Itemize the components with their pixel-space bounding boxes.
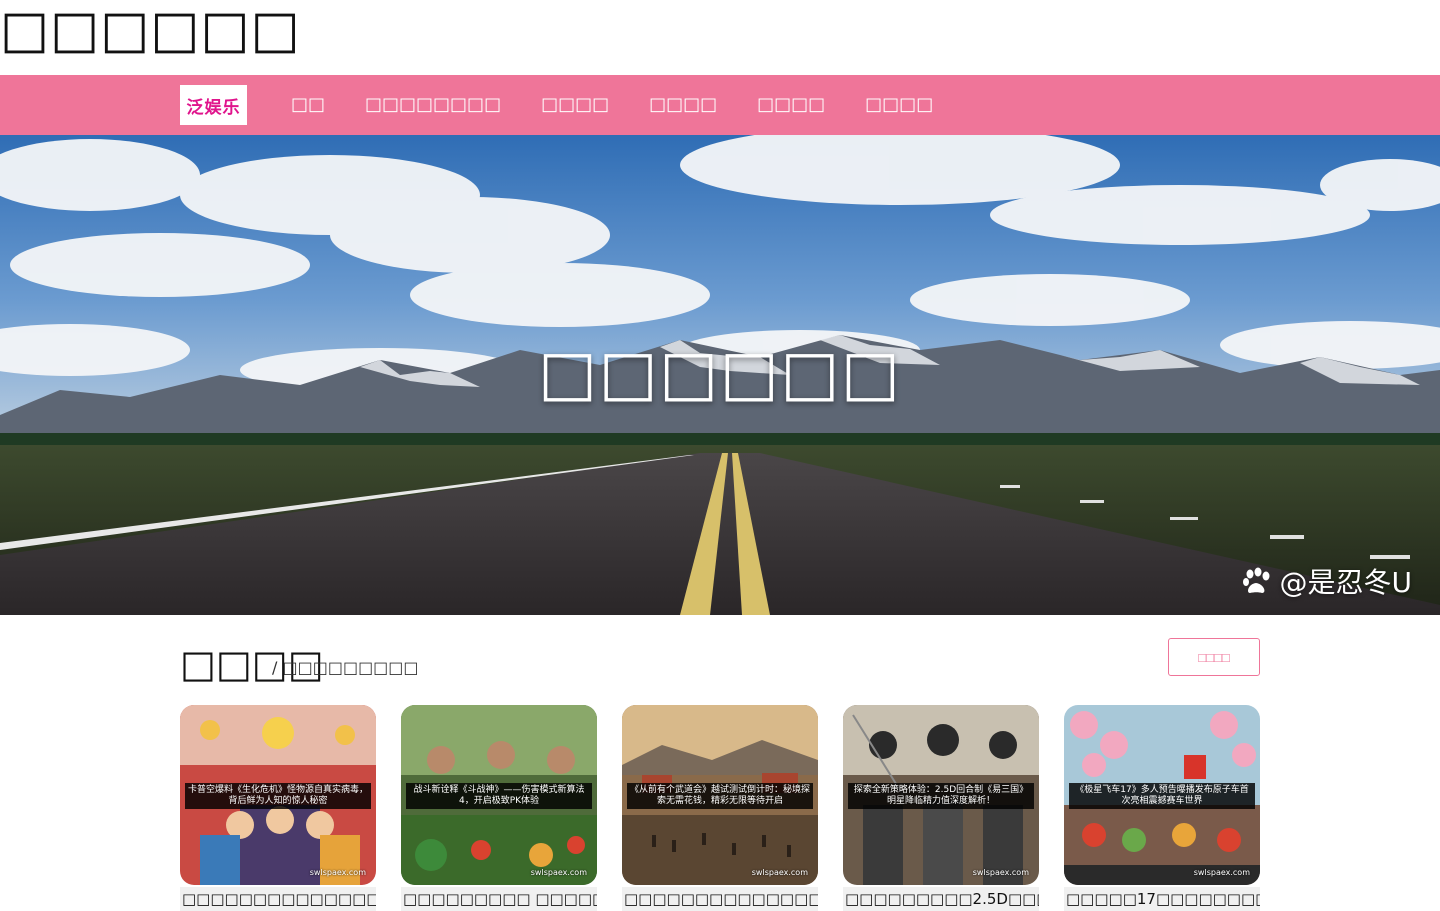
card-thumbnail[interactable]: 《从前有个武道会》越试测试倒计时：秘境探索无需花钱，精彩无限等待开启 swlsp… [622,705,818,885]
article-card[interactable]: 卡普空爆料《生化危机》怪物源自真实病毒，背后鲜为人知的惊人秘密 swlspaex… [180,705,376,911]
card-watermark: swlspaex.com [972,868,1029,877]
hero-watermark: @是忍冬U [1242,561,1413,601]
site-title: □□□□□□ [0,0,301,60]
nav-link-3[interactable]: □□□□ [521,75,629,135]
article-card[interactable]: 探索全新策略体验：2.5D回合制《易三国》明星降临精力值深度解析！ swlspa… [843,705,1039,911]
card-title[interactable]: □□□□□17□□□□□□□□□□□□ [1064,887,1260,911]
nav-link-5[interactable]: □□□□ [737,75,845,135]
card-watermark: swlspaex.com [309,868,366,877]
article-card[interactable]: 战斗新诠释《斗战神》——伤害模式新算法4，开启极致PK体验 swlspaex.c… [401,705,597,911]
card-thumbnail[interactable]: 《极星飞车17》多人预告曝播发布原子车首次亮相震撼赛车世界 swlspaex.c… [1064,705,1260,885]
card-thumbnail[interactable]: 探索全新策略体验：2.5D回合制《易三国》明星降临精力值深度解析！ swlspa… [843,705,1039,885]
card-caption: 卡普空爆料《生化危机》怪物源自真实病毒，背后鲜为人知的惊人秘密 [185,783,371,809]
card-title[interactable]: □□□□□□□□□□□□□□□□□□□□ [622,887,818,911]
card-thumbnail[interactable]: 战斗新诠释《斗战神》——伤害模式新算法4，开启极致PK体验 swlspaex.c… [401,705,597,885]
nav-link-home[interactable]: □□ [271,75,345,135]
article-cards: 卡普空爆料《生化危机》怪物源自真实病毒，背后鲜为人知的惊人秘密 swlspaex… [180,705,1260,911]
paw-icon [1242,567,1269,593]
nav-link-6[interactable]: □□□□ [845,75,953,135]
card-title[interactable]: □□□□□□□□□2.5D□□□□□ [843,887,1039,911]
card-caption: 探索全新策略体验：2.5D回合制《易三国》明星降临精力值深度解析！ [848,783,1034,809]
article-card[interactable]: 《从前有个武道会》越试测试倒计时：秘境探索无需花钱，精彩无限等待开启 swlsp… [622,705,818,911]
main-nav: 泛娱乐 □□ □□□□□□□□ □□□□ □□□□ □□□□ □□□□ [0,75,1440,135]
view-more-button[interactable]: □□□□ [1168,638,1260,676]
section-subtitle: / □□□□□□□□□ [272,658,419,677]
card-caption: 《极星飞车17》多人预告曝播发布原子车首次亮相震撼赛车世界 [1069,783,1255,809]
card-title[interactable]: □□□□□□□□□□□□□□□□□□□□ [180,887,376,911]
card-watermark: swlspaex.com [530,868,587,877]
site-logo[interactable]: 泛娱乐 [180,85,247,125]
watermark-text: @是忍冬U [1279,566,1413,599]
hero-banner: □□□□□□ @是忍冬U [0,135,1440,615]
card-thumbnail[interactable]: 卡普空爆料《生化危机》怪物源自真实病毒，背后鲜为人知的惊人秘密 swlspaex… [180,705,376,885]
card-caption: 战斗新诠释《斗战神》——伤害模式新算法4，开启极致PK体验 [406,783,592,809]
nav-links: □□ □□□□□□□□ □□□□ □□□□ □□□□ □□□□ [271,75,953,135]
hero-title: □□□□□□ [538,336,902,409]
card-title[interactable]: □□□□□□□□□ □□□□□ [401,887,597,911]
card-watermark: swlspaex.com [1193,868,1250,877]
section-header: □□□□ / □□□□□□□□□ □□□□ [180,638,1260,690]
nav-link-4[interactable]: □□□□ [629,75,737,135]
article-card[interactable]: 《极星飞车17》多人预告曝播发布原子车首次亮相震撼赛车世界 swlspaex.c… [1064,705,1260,911]
nav-link-2[interactable]: □□□□□□□□ [345,75,521,135]
card-watermark: swlspaex.com [751,868,808,877]
card-caption: 《从前有个武道会》越试测试倒计时：秘境探索无需花钱，精彩无限等待开启 [627,783,813,809]
